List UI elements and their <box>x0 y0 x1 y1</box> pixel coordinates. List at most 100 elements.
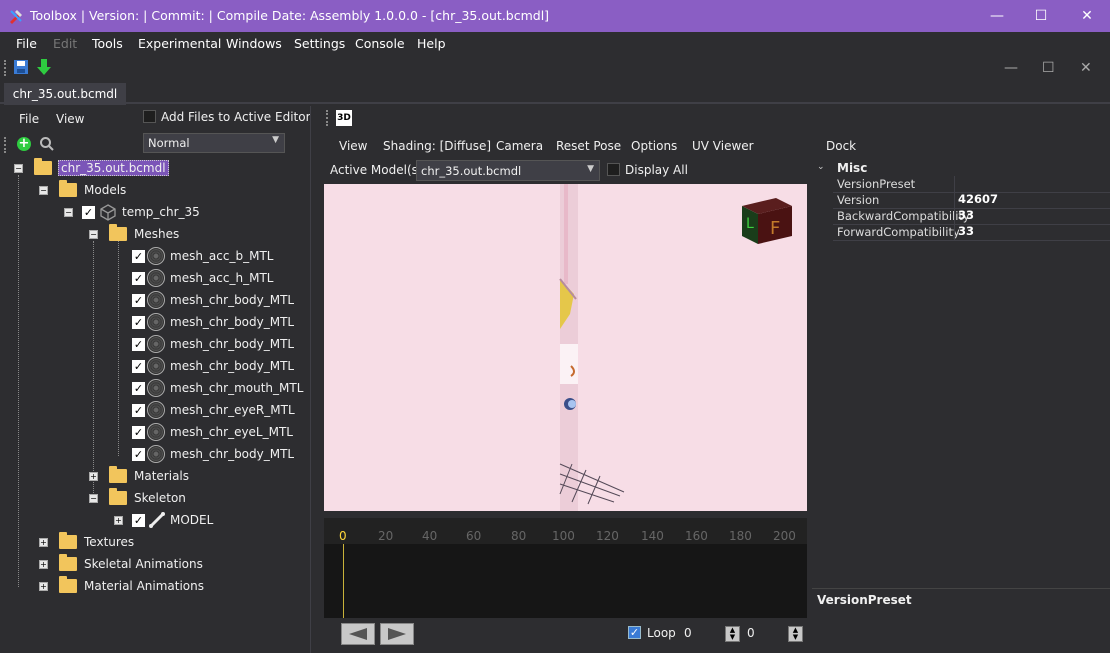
visibility-checkbox[interactable]: ✓ <box>132 403 145 417</box>
mesh-item[interactable]: ✓ mesh_chr_eyeL_MTL <box>132 421 293 443</box>
loop-checkbox[interactable]: ✓ <box>628 626 641 639</box>
mesh-item[interactable]: ✓ mesh_chr_body_MTL <box>132 443 294 465</box>
timeline-track[interactable] <box>324 544 807 618</box>
save-icon[interactable] <box>13 59 29 75</box>
mesh-item[interactable]: ✓ mesh_acc_h_MTL <box>132 267 273 289</box>
mesh-item[interactable]: ✓ mesh_chr_body_MTL <box>132 311 294 333</box>
prop-name: ForwardCompatibility <box>837 225 960 239</box>
current-frame-value[interactable]: 0 <box>684 626 692 640</box>
tab-3d[interactable]: 3D <box>336 110 352 126</box>
mesh-item[interactable]: ✓ mesh_chr_body_MTL <box>132 333 294 355</box>
left-menu-view[interactable]: View <box>56 112 84 126</box>
add-icon[interactable]: + <box>17 137 31 151</box>
prop-value[interactable]: 33 <box>958 224 974 238</box>
expand-icon[interactable]: + <box>89 472 98 481</box>
menu-edit[interactable]: Edit <box>53 36 77 51</box>
menu-windows[interactable]: Windows <box>226 36 282 51</box>
orientation-cube-icon[interactable]: FL <box>740 196 794 246</box>
tree-node-bone[interactable]: ✓ MODEL <box>132 509 213 531</box>
mode-select[interactable]: Normal ▼ <box>143 133 285 153</box>
svg-text:F: F <box>770 218 780 239</box>
viewer-menu-shading[interactable]: Shading: [Diffuse] <box>383 139 491 153</box>
playhead[interactable] <box>343 544 344 618</box>
frame-stepper[interactable]: ▲ ▼ <box>725 626 740 642</box>
3d-viewport[interactable]: FL <box>324 184 807 511</box>
download-icon[interactable] <box>36 58 52 76</box>
menu-file[interactable]: File <box>16 36 37 51</box>
tree-node-skeleton[interactable]: Skeleton <box>109 487 186 509</box>
mesh-label: mesh_chr_eyeL_MTL <box>170 425 293 439</box>
tree-node-textures[interactable]: Textures <box>59 531 134 553</box>
tree-node-meshes[interactable]: Meshes <box>109 223 179 245</box>
visibility-checkbox[interactable]: ✓ <box>132 359 145 373</box>
collapse-icon[interactable]: − <box>89 230 98 239</box>
end-frame-stepper[interactable]: ▲ ▼ <box>788 626 803 642</box>
expand-icon[interactable]: + <box>114 516 123 525</box>
divider <box>833 208 1110 209</box>
collapse-icon[interactable]: − <box>14 164 23 173</box>
visibility-checkbox[interactable]: ✓ <box>82 205 95 219</box>
display-all-checkbox[interactable] <box>607 163 620 176</box>
tab-chr-35[interactable]: chr_35.out.bcmdl <box>4 83 126 105</box>
prop-row[interactable]: VersionPreset <box>833 176 1110 192</box>
collapse-icon[interactable]: − <box>39 186 48 195</box>
tree-node-label: MODEL <box>170 513 214 527</box>
visibility-checkbox[interactable]: ✓ <box>132 271 145 285</box>
active-model-select[interactable]: chr_35.out.bcmdl ▼ <box>416 160 600 181</box>
prop-row[interactable]: BackwardCompatibility 33 <box>833 208 1110 224</box>
tree-node-model[interactable]: ✓ temp_chr_35 <box>82 201 200 223</box>
menu-tools[interactable]: Tools <box>92 36 123 51</box>
tree-node-materials[interactable]: Materials <box>109 465 189 487</box>
menu-experimental[interactable]: Experimental <box>138 36 221 51</box>
end-frame-value[interactable]: 0 <box>747 626 755 640</box>
minimize-button[interactable]: — <box>974 0 1020 32</box>
dock-label[interactable]: Dock <box>826 139 856 153</box>
tree-node-material-animations[interactable]: Material Animations <box>59 575 204 597</box>
expand-icon[interactable]: + <box>39 582 48 591</box>
prop-value[interactable]: 42607 <box>958 192 998 206</box>
viewer-menu-camera[interactable]: Camera <box>496 139 543 153</box>
search-icon[interactable] <box>39 136 55 152</box>
viewer-menu-uv-viewer[interactable]: UV Viewer <box>692 139 754 153</box>
left-menu-file[interactable]: File <box>19 112 39 126</box>
mesh-item[interactable]: ✓ mesh_acc_b_MTL <box>132 245 273 267</box>
prop-row[interactable]: Version 42607 <box>833 192 1110 208</box>
menu-console[interactable]: Console <box>355 36 405 51</box>
visibility-checkbox[interactable]: ✓ <box>132 425 145 439</box>
prop-value[interactable]: 33 <box>958 208 974 222</box>
visibility-checkbox[interactable]: ✓ <box>132 337 145 351</box>
previous-frame-button[interactable] <box>341 623 375 645</box>
collapse-icon[interactable]: − <box>89 494 98 503</box>
prop-row[interactable]: ForwardCompatibility 33 <box>833 224 1110 240</box>
next-frame-button[interactable] <box>380 623 414 645</box>
visibility-checkbox[interactable]: ✓ <box>132 293 145 307</box>
viewer-menu-view[interactable]: View <box>339 139 367 153</box>
visibility-checkbox[interactable]: ✓ <box>132 249 145 263</box>
menu-settings[interactable]: Settings <box>294 36 345 51</box>
doc-maximize-icon[interactable]: ☐ <box>1042 60 1055 76</box>
visibility-checkbox[interactable]: ✓ <box>132 513 145 527</box>
mesh-item[interactable]: ✓ mesh_chr_body_MTL <box>132 355 294 377</box>
collapse-category-icon[interactable]: ⌄ <box>817 162 825 172</box>
panel-splitter[interactable] <box>310 106 318 653</box>
mesh-item[interactable]: ✓ mesh_chr_mouth_MTL <box>132 377 303 399</box>
viewer-menu-options[interactable]: Options <box>631 139 677 153</box>
tree-node-models[interactable]: Models <box>59 179 126 201</box>
visibility-checkbox[interactable]: ✓ <box>132 381 145 395</box>
expand-icon[interactable]: + <box>39 560 48 569</box>
tree-node-root[interactable]: chr_35.out.bcmdl <box>34 157 169 179</box>
visibility-checkbox[interactable]: ✓ <box>132 447 145 461</box>
visibility-checkbox[interactable]: ✓ <box>132 315 145 329</box>
viewer-menu-reset-pose[interactable]: Reset Pose <box>556 139 621 153</box>
doc-minimize-icon[interactable]: — <box>1004 60 1018 76</box>
close-button[interactable]: ✕ <box>1064 0 1110 32</box>
collapse-icon[interactable]: − <box>64 208 73 217</box>
tree-node-skeletal-animations[interactable]: Skeletal Animations <box>59 553 203 575</box>
menu-help[interactable]: Help <box>417 36 446 51</box>
mesh-item[interactable]: ✓ mesh_chr_body_MTL <box>132 289 294 311</box>
expand-icon[interactable]: + <box>39 538 48 547</box>
doc-close-icon[interactable]: ✕ <box>1080 60 1092 76</box>
maximize-button[interactable]: ☐ <box>1018 0 1064 32</box>
mesh-item[interactable]: ✓ mesh_chr_eyeR_MTL <box>132 399 295 421</box>
add-files-checkbox[interactable] <box>143 110 156 123</box>
